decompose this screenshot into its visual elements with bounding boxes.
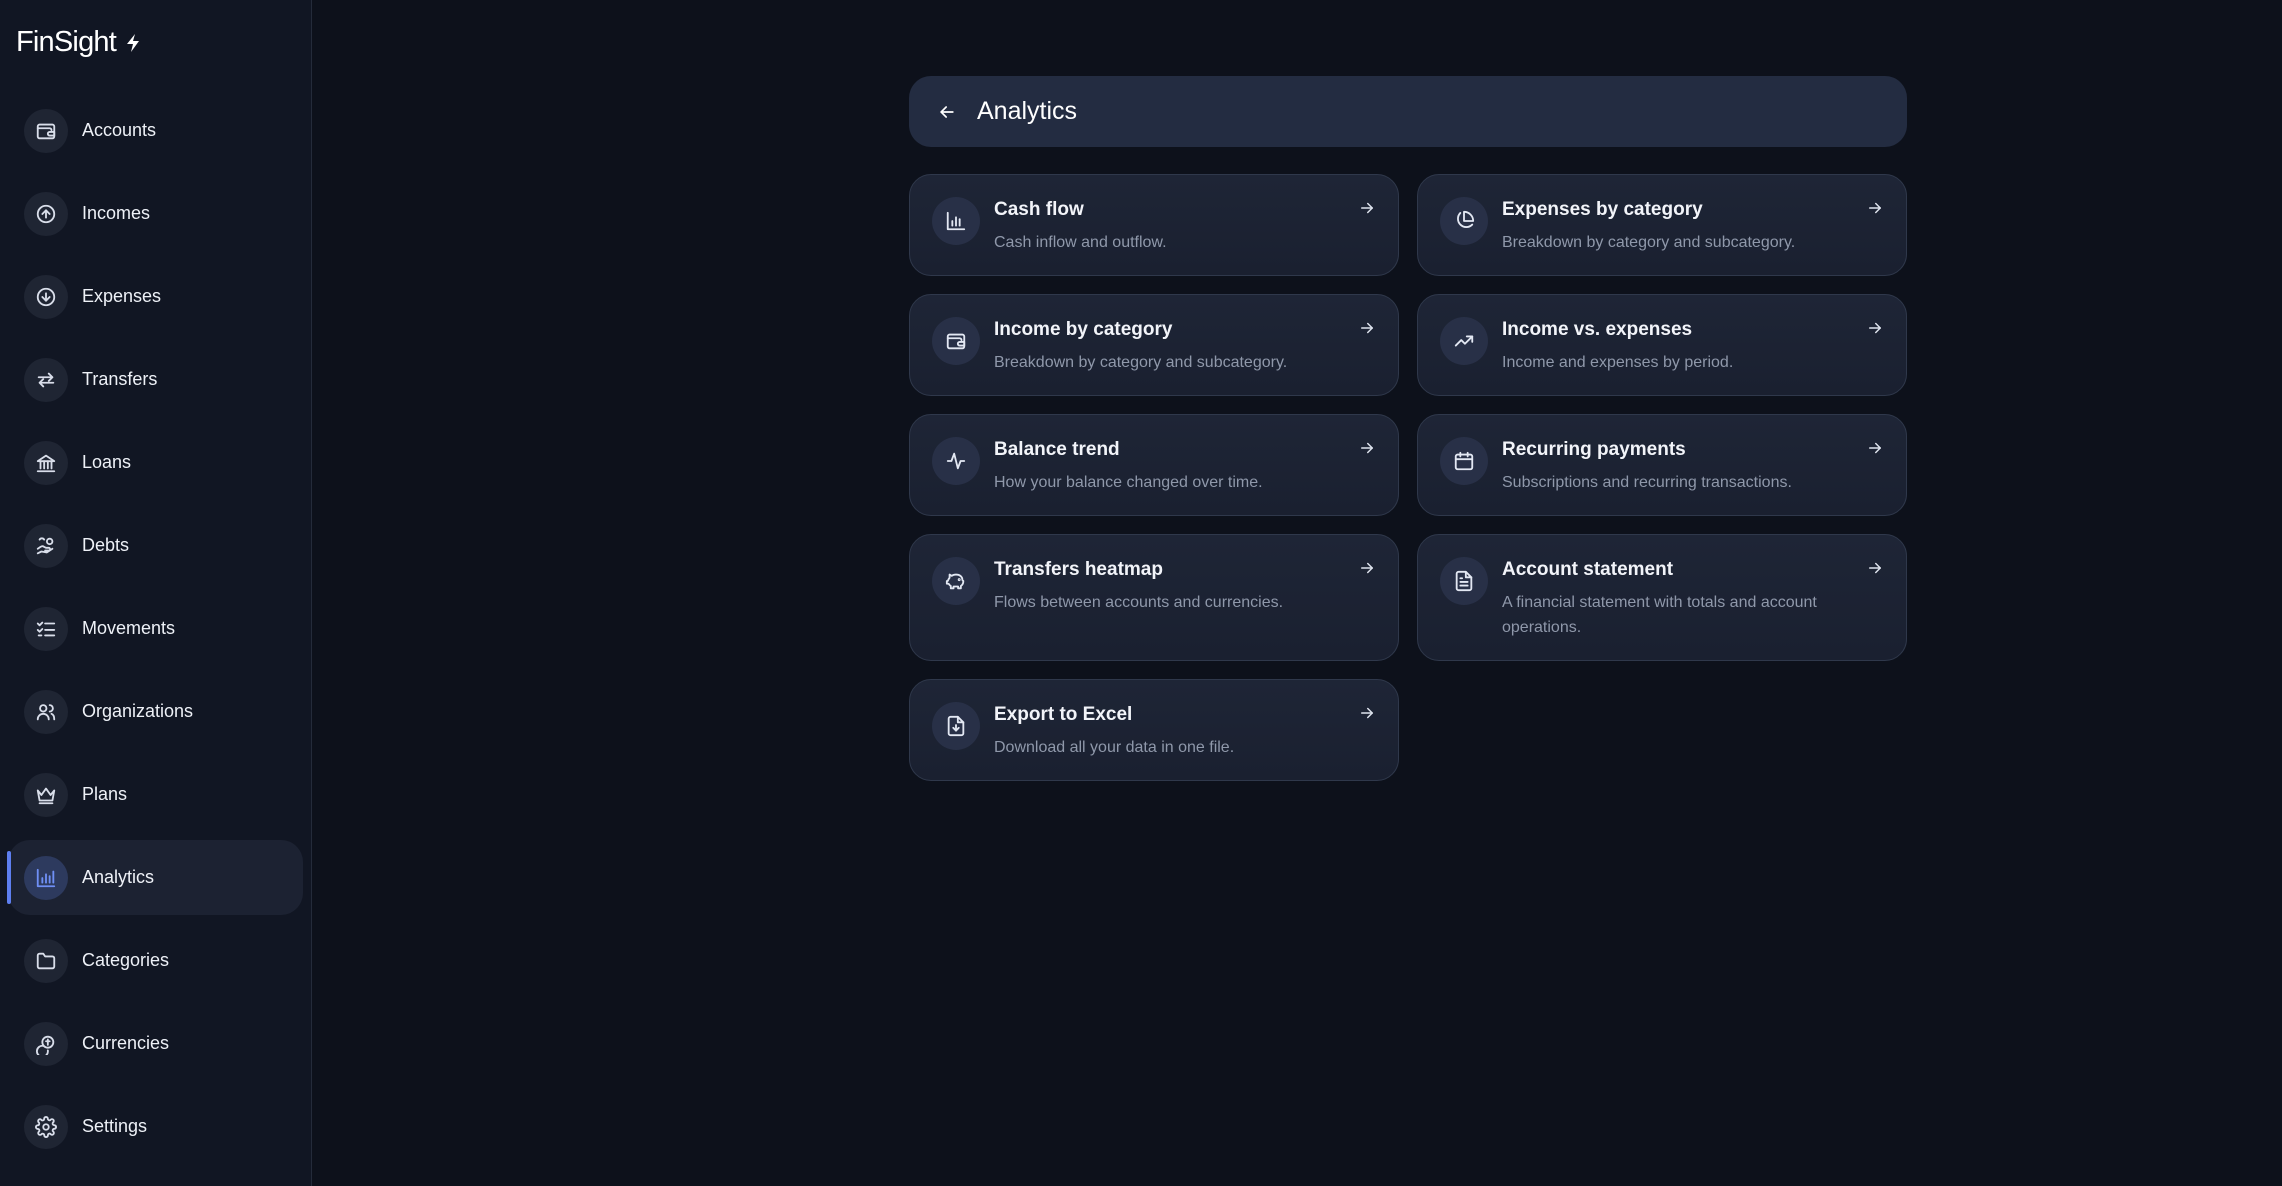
card-title: Cash flow [994, 199, 1084, 220]
sidebar-item-label: Accounts [82, 120, 157, 140]
wallet-icon [932, 317, 980, 365]
crown-icon [24, 772, 68, 817]
report-card-income-vs-expenses[interactable]: Income vs. expenses Income and expenses … [1417, 294, 1907, 396]
report-card-balance-trend[interactable]: Balance trend How your balance changed o… [909, 414, 1399, 516]
file-download-icon [932, 702, 980, 750]
arrow-right-icon [1866, 439, 1884, 457]
piggy-bank-icon [932, 557, 980, 605]
arrow-right-icon [1358, 319, 1376, 337]
app-name: FinSight [16, 26, 117, 58]
pie-chart-icon [1440, 197, 1488, 245]
sidebar: FinSight Accounts Incomes Expenses Trans… [0, 0, 312, 1186]
card-title: Income vs. expenses [1502, 319, 1693, 340]
bar-chart-icon [932, 197, 980, 245]
list-checks-icon [24, 606, 68, 651]
coins-icon [24, 1021, 68, 1066]
sidebar-item-expenses[interactable]: Expenses [8, 259, 303, 334]
sidebar-item-label: Categories [82, 950, 170, 970]
bank-icon [24, 440, 68, 485]
sidebar-item-label: Debts [82, 535, 130, 555]
report-card-income-by-category[interactable]: Income by category Breakdown by category… [909, 294, 1399, 396]
card-description: Subscriptions and recurring transactions… [1502, 474, 1792, 491]
sidebar-item-label: Organizations [82, 701, 194, 721]
card-description: Breakdown by category and subcategory. [1502, 234, 1796, 251]
card-description: Download all your data in one file. [994, 739, 1235, 756]
sidebar-item-movements[interactable]: Movements [8, 591, 303, 666]
card-title: Account statement [1502, 559, 1674, 580]
page-header: Analytics [909, 76, 1907, 147]
arrow-right-icon [1358, 439, 1376, 457]
arrow-down-circle-icon [24, 274, 68, 319]
sidebar-item-label: Movements [82, 618, 176, 638]
bar-chart-icon [24, 855, 68, 900]
card-description: Flows between accounts and currencies. [994, 594, 1284, 611]
card-description: Breakdown by category and subcategory. [994, 354, 1288, 371]
sidebar-nav: Accounts Incomes Expenses Transfers Loan… [0, 93, 312, 1172]
sidebar-item-incomes[interactable]: Incomes [8, 176, 303, 251]
report-card-expenses-by-category[interactable]: Expenses by category Breakdown by catego… [1417, 174, 1907, 276]
arrow-up-circle-icon [24, 191, 68, 236]
arrow-right-icon [1358, 199, 1376, 217]
calendar-icon [1440, 437, 1488, 485]
card-description: Income and expenses by period. [1502, 354, 1734, 371]
activity-icon [932, 437, 980, 485]
app-root: FinSight Accounts Incomes Expenses Trans… [0, 0, 2282, 1186]
sidebar-item-plans[interactable]: Plans [8, 757, 303, 832]
report-card-export-to-excel[interactable]: Export to Excel Download all your data i… [909, 679, 1399, 781]
arrow-left-icon [940, 105, 954, 118]
card-description: Cash inflow and outflow. [994, 234, 1167, 251]
sidebar-item-analytics[interactable]: Analytics [7, 840, 303, 915]
sidebar-item-label: Expenses [82, 286, 162, 306]
app-logo[interactable]: FinSight [16, 26, 142, 59]
report-card-account-statement[interactable]: Account statement A financial statement … [1417, 534, 1907, 661]
arrow-right-icon [1358, 704, 1376, 722]
page-title: Analytics [977, 97, 1078, 125]
gear-icon [24, 1104, 68, 1149]
card-title: Recurring payments [1502, 439, 1686, 460]
card-description: A financial statement with totals and ac… [1502, 594, 1817, 636]
card-title: Transfers heatmap [994, 559, 1163, 580]
report-card-transfers-heatmap[interactable]: Transfers heatmap Flows between accounts… [909, 534, 1399, 661]
arrow-right-icon [1866, 559, 1884, 577]
arrow-right-icon [1866, 319, 1884, 337]
users-icon [24, 689, 68, 734]
sidebar-item-settings[interactable]: Settings [8, 1089, 303, 1164]
back-button[interactable] [933, 98, 961, 126]
arrow-right-icon [1866, 199, 1884, 217]
sidebar-item-label: Currencies [82, 1033, 170, 1053]
sidebar-item-currencies[interactable]: Currencies [8, 1006, 303, 1081]
sidebar-item-label: Transfers [82, 369, 158, 389]
sidebar-item-label: Settings [82, 1116, 148, 1136]
sidebar-item-label: Plans [82, 784, 128, 804]
card-title: Balance trend [994, 439, 1120, 460]
sidebar-item-loans[interactable]: Loans [8, 425, 303, 500]
sidebar-item-debts[interactable]: Debts [8, 508, 303, 583]
sidebar-item-label: Analytics [82, 867, 155, 887]
sidebar-item-label: Incomes [82, 203, 151, 223]
transfer-icon [24, 357, 68, 402]
sidebar-item-categories[interactable]: Categories [8, 923, 303, 998]
report-card-cash-flow[interactable]: Cash flow Cash inflow and outflow. [909, 174, 1399, 276]
document-icon [1440, 557, 1488, 605]
lightning-icon [127, 33, 139, 52]
folder-icon [24, 938, 68, 983]
sidebar-item-label: Loans [82, 452, 132, 472]
wallet-icon [24, 108, 68, 153]
sidebar-item-accounts[interactable]: Accounts [8, 93, 303, 168]
arrow-right-icon [1358, 559, 1376, 577]
sidebar-item-transfers[interactable]: Transfers [8, 342, 303, 417]
sidebar-item-organizations[interactable]: Organizations [8, 674, 303, 749]
card-title: Income by category [994, 319, 1173, 340]
card-title: Export to Excel [994, 704, 1133, 725]
hand-coins-icon [24, 523, 68, 568]
report-card-recurring-payments[interactable]: Recurring payments Subscriptions and rec… [1417, 414, 1907, 516]
trending-up-icon [1440, 317, 1488, 365]
card-description: How your balance changed over time. [994, 474, 1263, 491]
card-title: Expenses by category [1502, 199, 1703, 220]
